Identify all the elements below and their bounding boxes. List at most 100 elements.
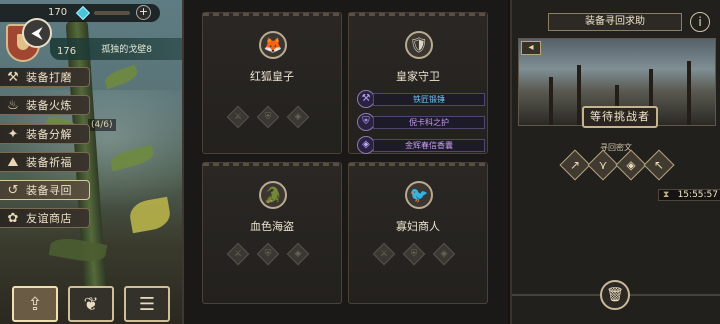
sidebar-item-label: 装备祈福	[26, 156, 72, 169]
player-emblem[interactable]: ⮜	[4, 18, 52, 66]
bird-portrait-icon: 🐦	[409, 186, 429, 204]
accessory-slot-icon: ◈	[294, 249, 302, 259]
cipher-rune-icon: ◈	[626, 158, 636, 172]
hero-card-blood-pirate[interactable]: 🐊 血色海盗 ⚔ ⛨ ◈	[202, 162, 342, 304]
trash-button[interactable]: 🗑	[600, 280, 630, 310]
equipment-item[interactable]: ◈ 金辉春信香囊	[357, 136, 485, 155]
hero-portrait: 🐦	[405, 181, 433, 209]
hero-name: 红狐皇子	[250, 70, 294, 83]
scene-tree	[577, 65, 581, 125]
add-resource-button[interactable]: +	[136, 5, 151, 20]
equipment-item[interactable]: ⚒ 铁匠锻锤	[357, 90, 485, 109]
equipment-label: 倪卡科之护	[373, 116, 485, 129]
hero-card-royal-guard[interactable]: 🛡 皇家守卫 ⚒ 铁匠锻锤 ⛨ 倪卡科之护 ◈ 金辉春信香囊	[348, 12, 488, 154]
resource-value: 170	[48, 7, 68, 18]
hero-card-red-fox-prince[interactable]: 🦊 红狐皇子 ⚔ ⛨ ◈	[202, 12, 342, 154]
cipher-symbol[interactable]: ↗	[559, 149, 591, 181]
sidebar-item-polish[interactable]: ⚒ 装备打磨	[0, 67, 90, 87]
scene-tree	[549, 77, 553, 125]
guild-name: 孤独的戈壁8	[101, 45, 152, 55]
fox-portrait-icon: 🦊	[263, 36, 283, 54]
weapon-slot[interactable]: ⚔	[372, 242, 396, 266]
hero-card-widow-merchant[interactable]: 🐦 寡妇商人 ⚔ ⛨ ◈	[348, 162, 488, 304]
equipment-item[interactable]: ⛨ 倪卡科之护	[357, 113, 485, 132]
hero-card-grid: 🦊 红狐皇子 ⚔ ⛨ ◈ 🛡 皇家守卫 ⚒ 铁匠锻锤 ⛨ 倪卡科之护 ◈ 金辉春…	[182, 0, 508, 324]
hero-portrait: 🦊	[259, 31, 287, 59]
weapon-slot-icon: ⚔	[233, 249, 243, 259]
sidebar-item-label: 装备打磨	[26, 71, 72, 84]
decompose-icon: ✦	[7, 126, 19, 142]
equipment-label: 金辉春信香囊	[373, 139, 485, 152]
upload-button[interactable]: ⇪	[12, 286, 58, 322]
sidebar-item-refine[interactable]: ♨ 装备火炼	[0, 95, 90, 115]
leaf-button[interactable]: ❦	[68, 286, 114, 322]
accessory-slot[interactable]: ◈	[432, 242, 456, 266]
cipher-rune-icon: ⋎	[598, 158, 608, 172]
corner-badge-icon: ◂	[521, 41, 541, 55]
cipher-symbol[interactable]: ◈	[615, 149, 647, 181]
resource-meter	[94, 11, 130, 15]
player-level: 176	[57, 46, 77, 57]
cipher-symbol[interactable]: ⋎	[587, 149, 619, 181]
accessory-slot-icon: ◈	[440, 249, 448, 259]
cipher-label: 寻回密文	[600, 143, 632, 152]
sidebar-item-label: 友谊商店	[26, 212, 72, 225]
scene-leaf	[102, 64, 140, 90]
flame-icon: ♨	[7, 97, 19, 113]
hero-portrait: 🛡	[405, 31, 433, 59]
leaf-icon: ❦	[83, 293, 99, 315]
sidebar-item-label: 装备分解	[26, 128, 72, 141]
equipment-slots: ⚔ ⛨ ◈	[372, 242, 456, 266]
sidebar-item-bless[interactable]: ⛰ 装备祈福	[0, 152, 90, 172]
equipment-slots: ⚔ ⛨ ◈	[226, 105, 310, 129]
armor-slot[interactable]: ⛨	[402, 242, 426, 266]
bless-icon: ⛰	[7, 154, 19, 170]
hero-name: 皇家守卫	[396, 70, 440, 83]
hero-name: 寡妇商人	[396, 220, 440, 233]
sidebar-item-decompose[interactable]: ✦ 装备分解	[0, 124, 90, 144]
scene-tree	[687, 61, 691, 125]
equipment-label: 铁匠锻锤	[373, 93, 485, 106]
cipher-rune-icon: ↗	[569, 158, 581, 172]
retrieve-icon: ↺	[7, 182, 19, 198]
armor-slot[interactable]: ⛨	[256, 105, 280, 129]
sidebar-item-label: 装备寻回	[26, 184, 72, 197]
upload-icon: ⇪	[27, 293, 43, 315]
hammer-icon: ⚒	[7, 69, 19, 85]
weapon-slot[interactable]: ⚔	[226, 105, 250, 129]
weapon-slot[interactable]: ⚔	[226, 242, 250, 266]
trash-icon: 🗑	[606, 287, 624, 303]
panel-title: 装备寻回求助	[548, 13, 682, 31]
list-icon: ☰	[138, 293, 156, 315]
weapon-slot-icon: ⚔	[233, 112, 243, 122]
gem-icon	[75, 5, 91, 21]
timer-value: 15:55:57	[677, 190, 718, 200]
armor-slot[interactable]: ⛨	[256, 242, 280, 266]
guard-portrait-icon: 🛡	[409, 36, 429, 54]
sidebar-item-label: 装备火炼	[26, 99, 72, 112]
equipment-slots: ⚔ ⛨ ◈	[226, 242, 310, 266]
status-banner: 等待挑战者	[582, 106, 658, 128]
cipher-rune-icon: ↖	[653, 158, 665, 172]
info-button[interactable]: i	[690, 12, 710, 32]
fox-icon: ✿	[7, 210, 19, 226]
retrieve-help-panel: 装备寻回求助 i ◂ 等待挑战者 寻回密文 ↗ ⋎ ◈ ↖ ⧗ 15:55:57…	[510, 0, 720, 324]
cipher-symbol[interactable]: ↖	[643, 149, 675, 181]
crocodile-portrait-icon: 🐊	[263, 186, 283, 204]
countdown-timer: ⧗ 15:55:57	[658, 189, 720, 201]
hourglass-icon: ⧗	[663, 190, 670, 200]
armor-slot-icon: ⛨	[410, 249, 418, 259]
list-button[interactable]: ☰	[124, 286, 170, 322]
accessory-slot[interactable]: ◈	[286, 105, 310, 129]
hero-name: 血色海盗	[250, 220, 294, 233]
back-arrow-icon[interactable]: ⮜	[22, 18, 52, 48]
decompose-progress: (4/6)	[88, 119, 116, 131]
accessory-slot-icon: ◈	[294, 112, 302, 122]
weapon-slot-icon: ⚔	[379, 249, 389, 259]
armor-slot-icon: ⛨	[264, 112, 272, 122]
accessory-slot[interactable]: ◈	[286, 242, 310, 266]
sidebar-item-retrieve[interactable]: ↺ 装备寻回	[0, 180, 90, 200]
sidebar-item-friend-shop[interactable]: ✿ 友谊商店	[0, 208, 90, 228]
armor-slot-icon: ⛨	[264, 249, 272, 259]
hero-portrait: 🐊	[259, 181, 287, 209]
